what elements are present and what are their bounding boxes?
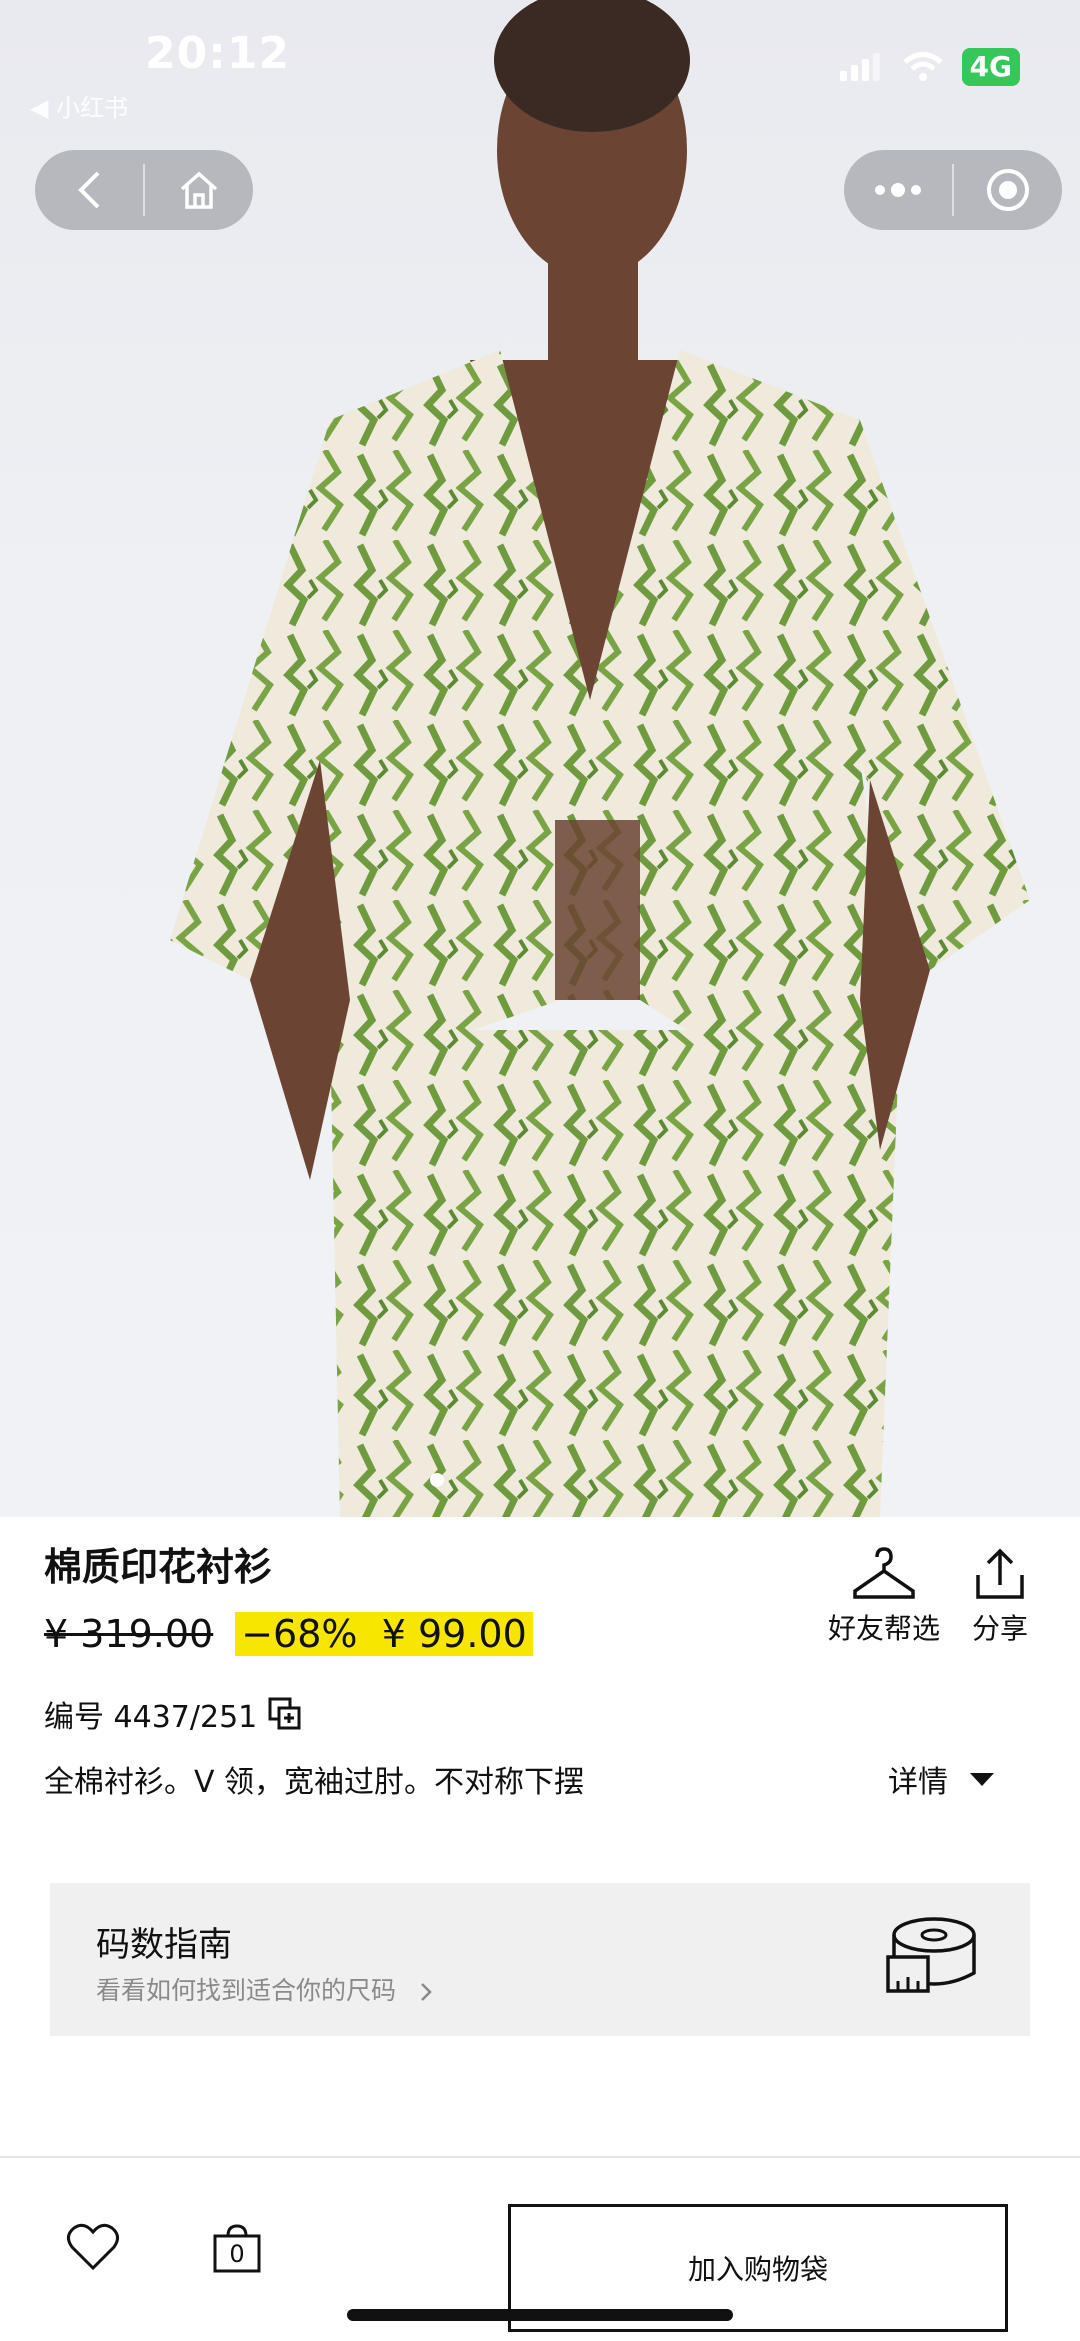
friend-pick-label: 好友帮选 (828, 1612, 941, 1645)
price-row: ¥ 319.00 −68% ¥ 99.00 (44, 1612, 533, 1656)
hanger-icon (853, 1547, 915, 1599)
share-icon (976, 1548, 1024, 1599)
signal-icon (839, 53, 884, 81)
size-guide-title: 码数指南 (96, 1925, 232, 1965)
status-indicators: 4G (839, 48, 1020, 86)
copy-icon[interactable] (267, 1696, 303, 1732)
product-title: 棉质印花衬衫 (44, 1545, 273, 1589)
back-button[interactable] (35, 150, 143, 230)
home-button[interactable] (145, 150, 253, 230)
back-icon (78, 171, 100, 209)
record-icon (987, 169, 1029, 211)
size-guide-subtitle: 看看如何找到适合你的尺码 (96, 1971, 436, 2007)
tape-measure-icon (886, 1917, 976, 1993)
status-time: 20:12 (145, 28, 291, 79)
friend-pick-button[interactable]: 好友帮选 (828, 1545, 940, 1647)
shopping-bag-button[interactable]: 0 (212, 2224, 262, 2278)
discount-percent: −68% (241, 1612, 358, 1656)
chevron-right-icon (421, 1983, 432, 2001)
back-to-app-link[interactable]: ◀ 小红书 (30, 88, 128, 123)
more-icon (875, 183, 921, 197)
battery-badge: 4G (961, 48, 1020, 86)
bottom-divider (0, 2156, 1080, 2158)
nav-capsule (35, 150, 253, 230)
caret-down-icon (970, 1772, 994, 1786)
close-miniprogram-button[interactable] (954, 150, 1062, 230)
sale-price: ¥ 99.00 (381, 1612, 527, 1656)
more-button[interactable] (844, 150, 952, 230)
details-toggle[interactable]: 详情 (888, 1757, 994, 1801)
product-description: 全棉衬衫。V 领，宽袖过肘。不对称下摆 (44, 1765, 585, 1800)
heart-icon[interactable] (66, 2222, 120, 2272)
original-price: ¥ 319.00 (44, 1612, 214, 1656)
size-guide-card[interactable]: 码数指南 看看如何找到适合你的尺码 (50, 1883, 1030, 2036)
size-guide-subtitle-text: 看看如何找到适合你的尺码 (96, 1976, 397, 2005)
sale-price-highlight: −68% ¥ 99.00 (235, 1612, 533, 1656)
carousel-indicator (430, 1473, 444, 1487)
share-button[interactable]: 分享 (972, 1545, 1028, 1647)
home-icon (180, 171, 218, 209)
details-label: 详情 (888, 1765, 948, 1800)
menu-capsule (844, 150, 1062, 230)
sku-row: 编号 4437/251 (44, 1692, 303, 1736)
share-label: 分享 (972, 1612, 1029, 1645)
product-image[interactable]: 20:12 ◀ 小红书 4G (0, 0, 1080, 1517)
home-indicator (347, 2309, 733, 2321)
bag-count: 0 (229, 2240, 245, 2268)
sku-number: 编号 4437/251 (44, 1700, 258, 1735)
wifi-icon (902, 52, 943, 81)
